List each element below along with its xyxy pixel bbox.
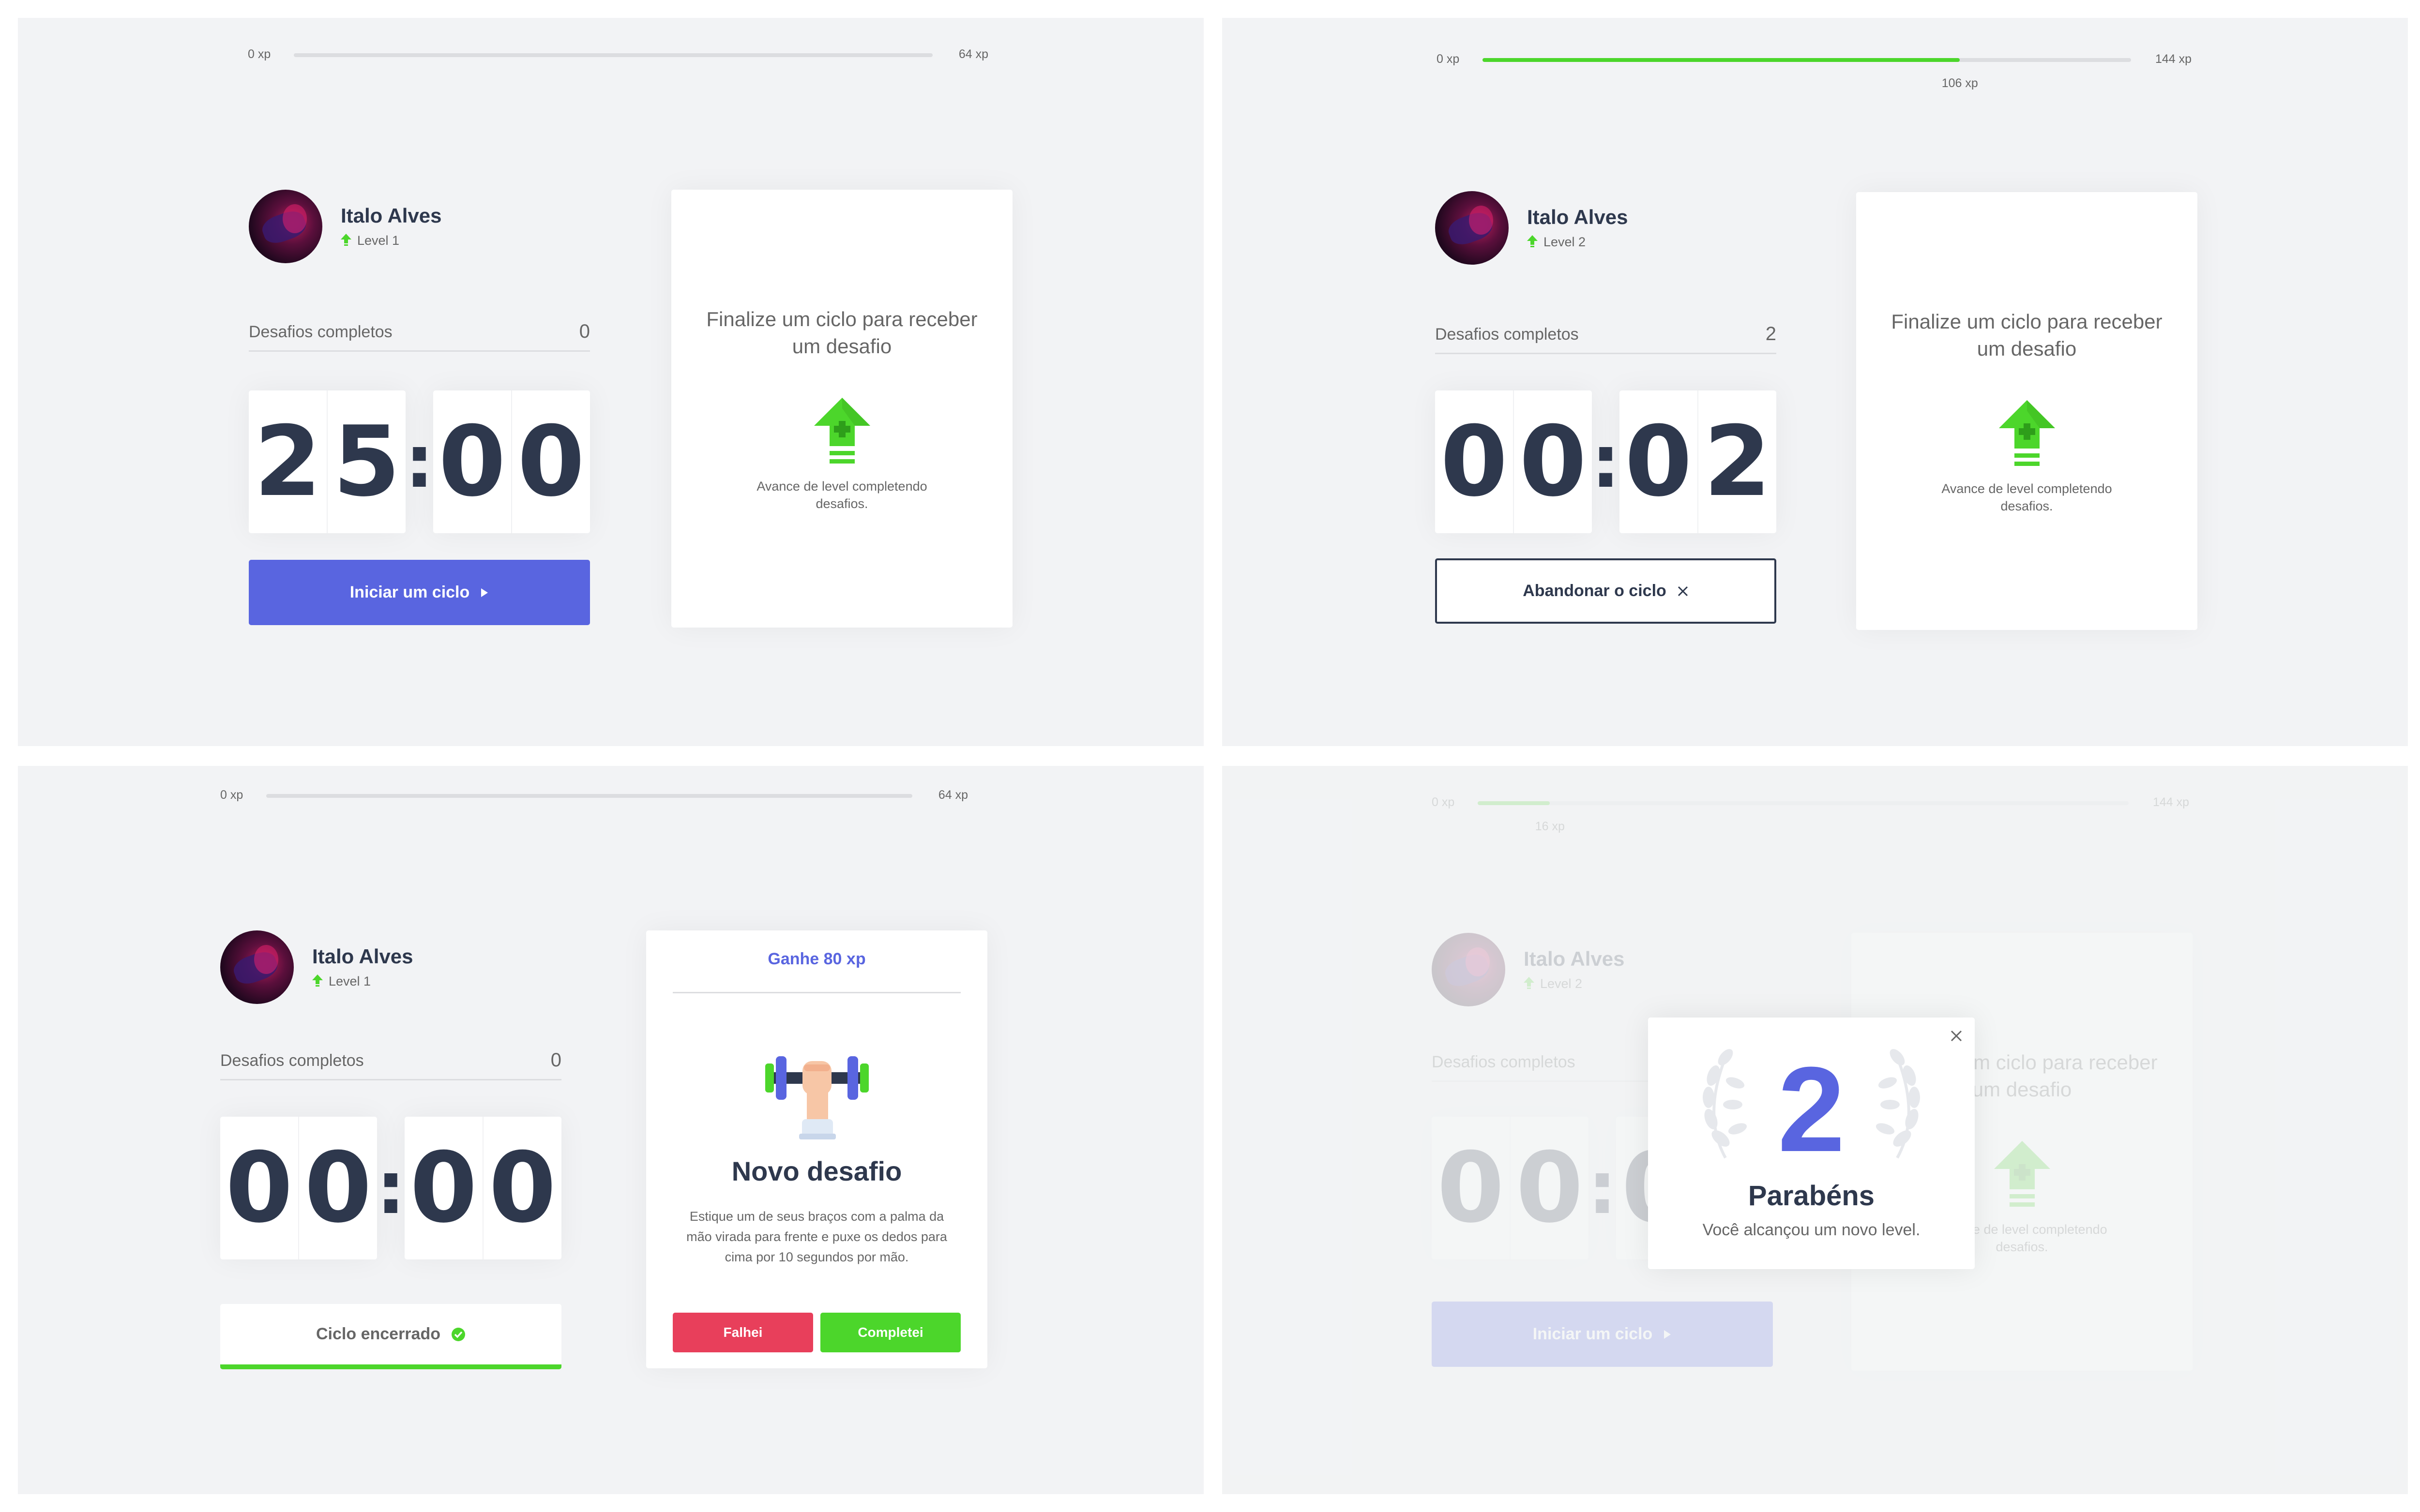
experience-bar: 0 xp 106 xp 144 xp [1437,49,2192,90]
challenge-empty-text: Avance de level completendo desafios. [1941,481,2112,513]
xp-min-label: 0 xp [248,47,271,61]
completed-challenges-count: 2 [1765,323,1776,344]
abandon-cycle-label: Abandonar o ciclo [1523,582,1666,600]
countdown: 0 0 : 0 0 [220,1117,561,1259]
countdown-minutes: 2 5 [249,390,406,533]
cycle-ended-button: Ciclo encerrado [220,1304,561,1369]
second-digit: 0 [433,390,512,533]
level-arrow-icon [312,974,323,987]
minute-digit: 2 [249,390,328,533]
profile-level-text: Level 2 [1543,235,1586,249]
countdown-seconds: 0 0 [433,390,590,533]
check-circle-icon [451,1327,465,1341]
level-up-icon [814,398,870,464]
countdown-separator: : [376,1146,406,1230]
challenge-description: Estique um de seus braços com a palma da… [686,1209,947,1264]
challenge-xp-gain: Ganhe 80 xp [673,950,961,993]
start-cycle-label: Iniciar um ciclo [349,583,470,601]
profile-level: Level 1 [341,233,399,248]
close-icon [1678,586,1688,596]
countdown-minutes: 0 0 [220,1117,377,1259]
challenge-box-active: Ganhe 80 xp Novo desafio Estique um de s… [646,930,987,1368]
challenge-failed-button[interactable]: Falhei [673,1313,813,1352]
avatar [1435,191,1509,265]
completed-challenges: Desafios completos 2 [1435,320,1776,354]
completed-challenges-label: Desafios completos [220,1051,364,1070]
minute-digit: 0 [220,1117,299,1259]
second-digit: 0 [405,1117,484,1259]
countdown-separator: : [1591,419,1620,504]
challenge-box: Finalize um ciclo para receber um desafi… [1856,192,2197,630]
panel-running-state: 0 xp 106 xp 144 xp Italo Alves Level 2 D… [1222,18,2408,746]
completed-challenges: Desafios completos 0 [249,318,590,352]
profile-name: Italo Alves [1527,206,1628,228]
experience-bar: 0 xp 64 xp [220,785,968,814]
xp-track [266,794,912,798]
new-level-number: 2 [1777,1042,1845,1177]
profile: Italo Alves Level 1 [220,930,564,1008]
challenge-box: Finalize um ciclo para receber um desafi… [671,190,1013,628]
completed-challenges: Desafios completos 0 [220,1047,561,1080]
completed-challenges-label: Desafios completos [249,323,393,341]
xp-min-label: 0 xp [220,788,243,802]
minute-digit: 0 [1435,390,1514,533]
xp-max-label: 64 xp [958,47,988,61]
second-digit: 0 [517,405,585,518]
profile: Italo Alves Level 2 [1435,191,1779,269]
completed-challenges-label: Desafios completos [1435,325,1579,344]
xp-track [294,53,933,57]
second-digit: 0 [1619,390,1698,533]
xp-track: 106 xp [1482,58,2131,90]
cycle-ended-label: Ciclo encerrado [316,1325,440,1343]
minute-digit: 0 [304,1132,372,1244]
profile-name: Italo Alves [341,204,442,227]
xp-min-label: 0 xp [1437,52,1460,66]
profile-level-text: Level 1 [357,233,400,248]
countdown: 2 5 : 0 0 [249,390,590,533]
modal-title: Parabéns [1748,1180,1875,1212]
level-arrow-icon [341,234,351,246]
countdown-separator: : [405,419,434,504]
panel-initial-state: 0 xp 64 xp Italo Alves Level 1 Desafios … [18,18,1204,746]
play-icon [481,588,488,597]
countdown-seconds: 0 0 [405,1117,561,1259]
level-up-icon [1998,400,2055,466]
close-icon[interactable] [1947,1026,1966,1046]
abandon-cycle-button[interactable]: Abandonar o ciclo [1435,558,1776,624]
panel-level-up-state: 0 xp 16 xp 144 xp Italo Alves Level 2 De… [1222,766,2408,1494]
profile-level-text: Level 1 [329,974,371,988]
avatar [220,930,294,1004]
challenge-empty-text: Avance de level completendo desafios. [756,479,927,511]
challenge-title: Novo desafio [731,1156,902,1186]
challenge-empty-title: Finalize um ciclo para receber um desafi… [1891,310,2163,360]
challenge-completed-button[interactable]: Completei [820,1313,961,1352]
countdown-seconds: 0 2 [1619,390,1776,533]
level-arrow-icon [1527,235,1538,247]
second-digit: 0 [488,1132,557,1244]
panel-challenge-state: 0 xp 64 xp Italo Alves Level 1 Desafios … [18,766,1204,1494]
modal-text: Você alcançou um novo level. [1702,1221,1921,1239]
xp-current-label: 106 xp [1941,76,1978,90]
countdown: 0 0 : 0 2 [1435,390,1776,533]
start-cycle-button[interactable]: Iniciar um ciclo [249,560,590,625]
profile-name: Italo Alves [312,945,413,968]
completed-challenges-count: 0 [579,321,590,342]
dumbbell-arm-icon [765,1056,869,1139]
level-up-modal: 2 Parabéns Você alcançou um novo level. [1648,1018,1975,1269]
xp-progress-fill [1482,58,1960,62]
second-digit: 2 [1703,405,1771,518]
experience-bar: 0 xp 64 xp [248,45,988,74]
countdown-minutes: 0 0 [1435,390,1592,533]
avatar [249,190,322,263]
xp-max-label: 144 xp [2155,52,2192,66]
challenge-empty-title: Finalize um ciclo para receber um desafi… [706,308,978,358]
minute-digit: 5 [333,405,401,518]
completed-challenges-count: 0 [550,1049,561,1071]
minute-digit: 0 [1519,405,1587,518]
profile-level: Level 2 [1527,235,1586,250]
profile-level: Level 1 [312,974,371,989]
profile: Italo Alves Level 1 [249,190,592,267]
xp-max-label: 64 xp [938,788,968,802]
